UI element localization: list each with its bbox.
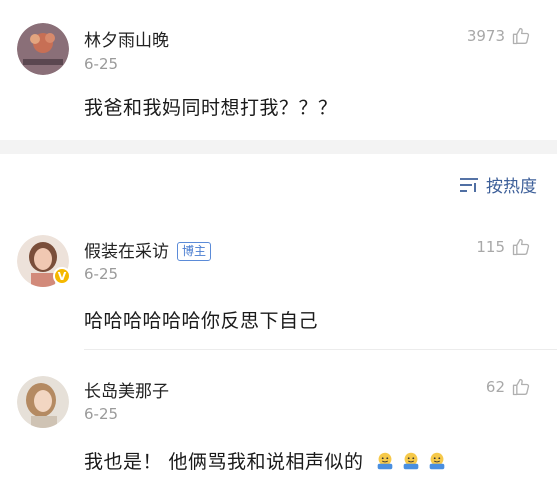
sort-label: 按热度 [486,177,537,197]
sort-by-hot-button[interactable]: 按热度 [458,172,537,197]
avatar[interactable] [17,23,69,75]
comment-text: 哈哈哈哈哈哈你反思下自己 [84,310,319,332]
author-badge: 博主 [177,242,212,261]
comment-date: 6-25 [84,265,119,283]
comment-divider [84,349,557,350]
commenter-name[interactable]: 林夕雨山晚 [84,26,169,51]
commenter-name[interactable]: 长岛美那子 [84,377,169,402]
section-divider [0,140,557,154]
like-control[interactable]: 62 [486,377,531,397]
like-count: 115 [476,238,505,256]
shrug-emoji-icon [429,452,445,470]
verified-v-icon: V [53,267,71,285]
like-control[interactable]: 3973 [467,26,531,46]
like-count: 3973 [466,27,505,45]
thumbs-up-icon[interactable] [511,26,531,46]
avatar[interactable] [17,376,69,428]
comment-text: 我爸和我妈同时想打我？？？ [84,97,338,119]
commenter-name[interactable]: 假装在采访 博主 [84,237,212,262]
like-count: 62 [485,378,505,396]
commenter-name-text: 假装在采访 [84,242,169,262]
comment-text-content: 我也是！ 他俩骂我和说相声似的 [84,451,364,473]
like-control[interactable]: 115 [476,237,531,257]
comment-text: 我也是！ 他俩骂我和说相声似的 [84,447,448,474]
thumbs-up-icon[interactable] [511,377,531,397]
shrug-emoji-icon [403,452,419,470]
comment-date: 6-25 [84,405,119,423]
shrug-emoji-icon [377,452,393,470]
sort-lines-icon [460,177,478,192]
comment-date: 6-25 [84,55,119,73]
thumbs-up-icon[interactable] [511,237,531,257]
